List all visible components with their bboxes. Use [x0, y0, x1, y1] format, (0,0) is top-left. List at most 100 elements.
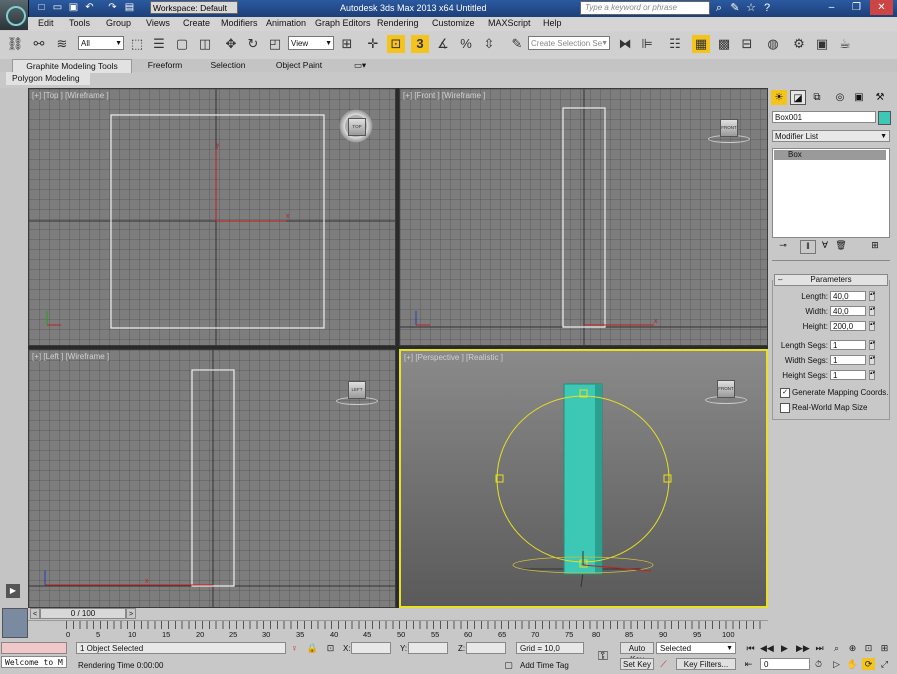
- menu-group[interactable]: Group: [106, 18, 131, 28]
- make-unique-icon[interactable]: ∀: [818, 240, 832, 252]
- minimize-button[interactable]: –: [820, 0, 843, 15]
- viewport-top[interactable]: x y [+] [Top ] [Wireframe ] TOP: [28, 88, 396, 346]
- tab-object-paint[interactable]: Object Paint: [262, 59, 336, 72]
- close-button[interactable]: ✕: [870, 0, 893, 15]
- viewcube-perspective[interactable]: FRONT: [717, 380, 735, 398]
- zoom-extents-all-icon[interactable]: ⊞: [878, 642, 891, 654]
- modify-tab-icon[interactable]: ◪: [790, 90, 806, 105]
- object-color-swatch[interactable]: [878, 111, 891, 125]
- key-mode-toggle-icon[interactable]: ⇤: [742, 658, 755, 670]
- percent-snap-icon[interactable]: %: [457, 35, 475, 53]
- named-selection-sets-dropdown[interactable]: Create Selection Se ▼: [528, 36, 610, 50]
- open-file-icon[interactable]: ▭: [52, 2, 63, 13]
- angle-snap-icon[interactable]: ∡: [434, 35, 452, 53]
- curve-editor-icon[interactable]: ▩: [715, 35, 733, 53]
- material-editor-icon[interactable]: ◍: [764, 35, 782, 53]
- width-segs-input[interactable]: 1: [830, 355, 866, 365]
- pan-view-icon[interactable]: ✋: [846, 658, 859, 670]
- key-filters-button[interactable]: Key Filters...: [676, 658, 736, 670]
- select-move-icon[interactable]: ✥: [222, 35, 240, 53]
- maxscript-mini-listener-field[interactable]: [1, 642, 67, 654]
- viewport-front[interactable]: x [+] [Front ] [Wireframe ] FRONT: [399, 88, 768, 346]
- show-end-result-icon[interactable]: ‖: [800, 240, 816, 254]
- modifier-stack-item-box[interactable]: Box: [774, 150, 886, 160]
- zoom-all-icon[interactable]: ⊕: [846, 642, 859, 654]
- render-setup-icon[interactable]: ⚙: [790, 35, 808, 53]
- width-spinner-input[interactable]: 40,0: [830, 306, 866, 316]
- reference-coordinate-dropdown[interactable]: View ▼: [288, 36, 334, 50]
- window-crossing-icon[interactable]: ◫: [196, 35, 214, 53]
- hierarchy-tab-icon[interactable]: ⧉: [809, 90, 825, 105]
- gizmo-handle-right[interactable]: [663, 474, 672, 483]
- play-icon[interactable]: ▶: [778, 642, 791, 654]
- set-key-mode-icon[interactable]: ⚿: [592, 648, 614, 663]
- expand-arrow-icon[interactable]: ▶: [6, 584, 20, 598]
- menu-edit[interactable]: Edit: [38, 18, 54, 28]
- graphite-ribbon-toggle-icon[interactable]: ▦: [692, 35, 710, 53]
- link-icon[interactable]: ⛓: [6, 35, 24, 53]
- current-frame-input[interactable]: 0: [760, 658, 810, 670]
- menu-maxscript[interactable]: MAXScript: [488, 18, 531, 28]
- viewport-label-front[interactable]: [+] [Front ] [Wireframe ]: [403, 91, 485, 100]
- undo-icon[interactable]: ↶: [84, 2, 95, 13]
- keyboard-shortcut-override-icon[interactable]: ⊡: [387, 35, 405, 53]
- select-manipulate-icon[interactable]: ✛: [364, 35, 382, 53]
- schematic-view-icon[interactable]: ⊟: [738, 35, 756, 53]
- generate-mapping-checkbox[interactable]: ✓: [780, 388, 790, 398]
- motion-tab-icon[interactable]: ◎: [832, 90, 848, 105]
- snaps-toggle-button[interactable]: 3: [411, 35, 429, 53]
- height-spinner-arrows[interactable]: ▴▾: [869, 321, 875, 331]
- configure-sets-icon[interactable]: ⊞: [868, 240, 882, 252]
- utilities-tab-icon[interactable]: ⚒: [872, 90, 888, 105]
- z-coordinate-input[interactable]: [466, 642, 506, 654]
- width-spinner-arrows[interactable]: ▴▾: [869, 306, 875, 316]
- menu-tools[interactable]: Tools: [69, 18, 90, 28]
- field-of-view-icon[interactable]: ▷: [830, 658, 843, 670]
- maxscript-listener-field[interactable]: Welcome to M: [1, 656, 67, 668]
- redo-icon[interactable]: ↷: [107, 2, 118, 13]
- transform-mode-icon[interactable]: ⊡: [324, 642, 337, 654]
- tab-freeform[interactable]: Freeform: [134, 59, 196, 72]
- menu-graph-editors[interactable]: Graph Editors: [315, 18, 371, 28]
- menu-rendering[interactable]: Rendering: [377, 18, 419, 28]
- menu-views[interactable]: Views: [146, 18, 170, 28]
- help-icon[interactable]: ?: [760, 1, 774, 15]
- ribbon-options-dropdown[interactable]: ▭▾: [350, 59, 370, 72]
- isolate-selection-icon[interactable]: ♀: [288, 642, 301, 654]
- workspace-dropdown[interactable]: Workspace: Default: [150, 1, 238, 14]
- go-to-end-icon[interactable]: ⏭: [813, 642, 826, 654]
- viewport-label-top[interactable]: [+] [Top ] [Wireframe ]: [32, 91, 109, 100]
- track-bar[interactable]: 0 5 10 15 20 25 30 35 40 45 50 55 60 65 …: [28, 620, 768, 641]
- bind-space-warp-icon[interactable]: ≋: [53, 35, 71, 53]
- object-name-field[interactable]: Box001: [772, 111, 876, 123]
- new-file-icon[interactable]: □: [36, 2, 47, 13]
- tab-selection[interactable]: Selection: [200, 59, 256, 72]
- subtab-polygon-modeling[interactable]: Polygon Modeling: [6, 72, 90, 85]
- selection-filter-dropdown[interactable]: All ▼: [78, 36, 124, 50]
- viewport-left[interactable]: x [+] [Left ] [Wireframe ] LEFT: [28, 349, 396, 608]
- create-tab-icon[interactable]: ☀: [771, 90, 787, 105]
- save-icon[interactable]: ▣: [68, 2, 79, 13]
- time-configuration-icon[interactable]: ⏱: [812, 658, 825, 670]
- layer-manager-icon[interactable]: ☷: [666, 35, 684, 53]
- time-next-arrow[interactable]: >: [126, 608, 136, 619]
- height-segs-arrows[interactable]: ▴▾: [869, 370, 875, 380]
- height-spinner-input[interactable]: 200,0: [830, 321, 866, 331]
- pin-stack-icon[interactable]: ⊸: [776, 240, 790, 252]
- select-rotate-icon[interactable]: ↻: [244, 35, 262, 53]
- set-key-button[interactable]: Set Key: [620, 658, 654, 670]
- display-tab-icon[interactable]: ▣: [851, 90, 867, 105]
- zoom-extents-icon[interactable]: ⊡: [862, 642, 875, 654]
- remove-modifier-icon[interactable]: 🗑: [834, 240, 848, 252]
- viewport-label-left[interactable]: [+] [Left ] [Wireframe ]: [32, 352, 109, 361]
- zoom-icon[interactable]: ⌕: [830, 642, 843, 654]
- select-by-name-icon[interactable]: ☰: [150, 35, 168, 53]
- render-production-icon[interactable]: ☕: [836, 35, 854, 53]
- favorites-icon[interactable]: ☆: [744, 1, 758, 15]
- menu-create[interactable]: Create: [183, 18, 210, 28]
- y-coordinate-input[interactable]: [408, 642, 448, 654]
- viewcube-front[interactable]: FRONT: [720, 119, 738, 137]
- tab-graphite-modeling-tools[interactable]: Graphite Modeling Tools: [12, 59, 132, 73]
- rectangular-selection-icon[interactable]: ▢: [173, 35, 191, 53]
- pivot-center-icon[interactable]: ⊞: [338, 35, 356, 53]
